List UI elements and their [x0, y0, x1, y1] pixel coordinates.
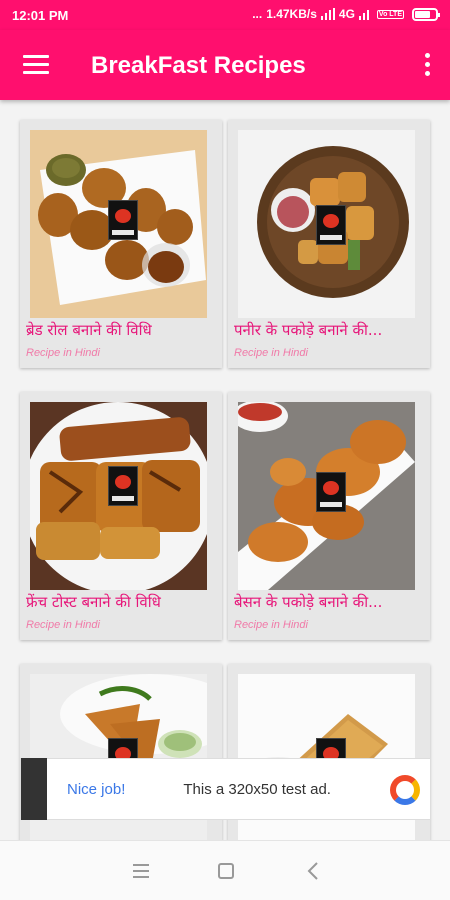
watermark-badge — [108, 466, 138, 506]
status-network: 4G — [338, 7, 355, 21]
recipe-image-bread-roll — [30, 130, 207, 318]
recipe-title: ब्रेड रोल बनाने की विधि — [26, 321, 152, 339]
back-icon[interactable] — [305, 861, 323, 881]
recipe-title: फ्रेंच टोस्ट बनाने की विधि — [26, 593, 161, 611]
recent-apps-icon[interactable] — [133, 864, 149, 878]
recipe-card[interactable]: फ्रेंच टोस्ट बनाने की विधि Recipe in Hin… — [20, 392, 222, 640]
home-icon[interactable] — [218, 863, 234, 879]
watermark-badge — [316, 472, 346, 512]
app-bar: BreakFast Recipes — [0, 30, 450, 100]
watermark-badge — [316, 205, 346, 245]
ad-strip — [21, 758, 47, 820]
volte-icon: Vo LTE — [376, 9, 404, 19]
recipe-image-paneer-pakoda — [238, 130, 415, 318]
app-title: BreakFast Recipes — [91, 52, 306, 79]
menu-icon[interactable] — [23, 55, 49, 75]
system-nav-bar — [0, 840, 450, 900]
ad-logo-icon[interactable] — [390, 775, 420, 805]
recipe-title: पनीर के पकोड़े बनाने की... — [234, 321, 383, 339]
ad-text: This a 320x50 test ad. — [183, 780, 331, 798]
status-dots: ... — [252, 7, 263, 21]
watermark-badge — [108, 200, 138, 240]
status-speed: 1.47KB/s — [266, 7, 317, 21]
recipe-card[interactable]: ब्रेड रोल बनाने की विधि Recipe in Hindi — [20, 120, 222, 368]
recipe-subtitle: Recipe in Hindi — [234, 347, 308, 359]
ad-nice-job[interactable]: Nice job! — [67, 781, 125, 798]
recipe-subtitle: Recipe in Hindi — [26, 347, 100, 359]
recipe-image-french-toast — [30, 402, 207, 590]
signal-icon — [320, 8, 335, 20]
battery-icon — [412, 7, 440, 21]
status-right: ... 1.47KB/s 4G Vo LTE — [252, 7, 440, 21]
recipe-title: बेसन के पकोड़े बनाने की... — [234, 593, 383, 611]
recipe-subtitle: Recipe in Hindi — [26, 619, 100, 631]
recipe-image-besan-pakoda — [238, 402, 415, 590]
more-vert-icon[interactable] — [422, 53, 432, 77]
status-time: 12:01 PM — [12, 8, 69, 23]
recipe-card[interactable]: पनीर के पकोड़े बनाने की... Recipe in Hin… — [228, 120, 430, 368]
status-bar: 12:01 PM ... 1.47KB/s 4G Vo LTE — [0, 0, 450, 30]
recipe-card[interactable]: बेसन के पकोड़े बनाने की... Recipe in Hin… — [228, 392, 430, 640]
signal-icon-2 — [358, 8, 373, 20]
test-ad-banner[interactable]: Nice job! This a 320x50 test ad. — [20, 758, 431, 820]
recipe-subtitle: Recipe in Hindi — [234, 619, 308, 631]
